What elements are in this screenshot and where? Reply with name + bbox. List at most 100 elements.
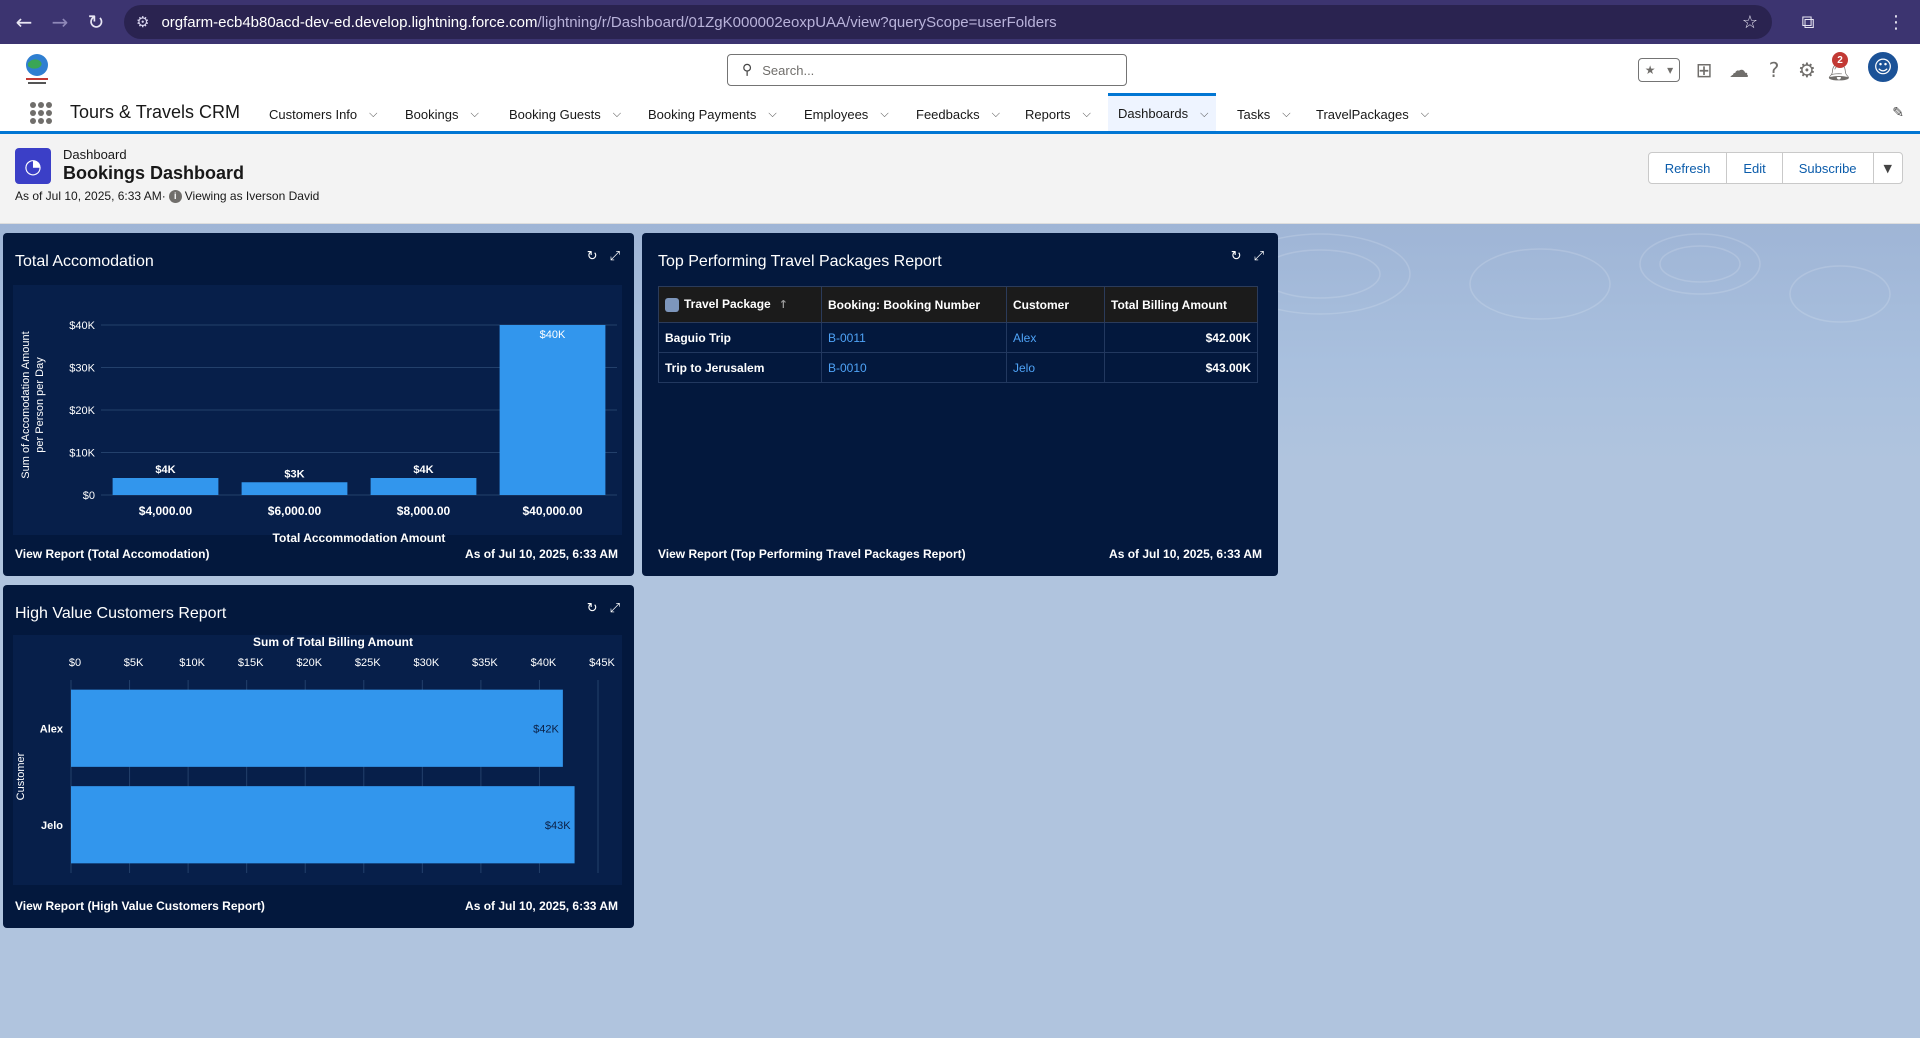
page-title: Bookings Dashboard <box>63 163 245 183</box>
help-icon[interactable]: ? <box>1760 56 1788 84</box>
nav-item-bookings[interactable]: Bookings ⌵ <box>395 96 487 132</box>
bookmark-star-icon[interactable]: ☆ <box>1742 12 1758 33</box>
setup-gear-icon[interactable]: ⚙ <box>1793 56 1821 84</box>
data-label: $42K <box>533 723 559 735</box>
x-tick-label: $40,000.00 <box>522 504 582 518</box>
bar <box>241 482 348 495</box>
chevron-down-icon[interactable]: ⌵ <box>369 107 377 121</box>
chevron-down-icon[interactable]: ⌵ <box>768 107 776 121</box>
chevron-down-icon[interactable]: ⌵ <box>470 107 478 121</box>
widget-timestamp: As of Jul 10, 2025, 6:33 AM <box>1109 547 1262 561</box>
view-report-link[interactable]: View Report (High Value Customers Report… <box>15 899 265 913</box>
chevron-down-icon: ▾ <box>1667 63 1674 77</box>
y-tick-label: Alex <box>40 723 64 735</box>
cell-customer-link[interactable]: Jelo <box>1006 352 1105 383</box>
expand-icon[interactable]: ⤢ <box>610 601 620 616</box>
widget-tools: ↻ ⤢ <box>1231 249 1264 264</box>
widget-top-performing-packages: Top Performing Travel Packages Report ↻ … <box>642 233 1278 576</box>
accomodation-bar-chart: $0 $10K $20K $30K $40K $4K $4,000.00 $3K $6,000.… <box>13 285 622 545</box>
subscribe-button[interactable]: Subscribe <box>1781 152 1874 184</box>
x-tick-label: $8,000.00 <box>397 504 451 518</box>
more-actions-chevron-icon[interactable]: ▼ <box>1872 152 1903 184</box>
dashboard-actions: Refresh Edit Subscribe ▼ <box>1647 152 1903 184</box>
search-icon: ⚲ <box>742 62 753 78</box>
column-header-travel-package[interactable]: Travel Package ↑ <box>658 286 822 323</box>
extensions-icon[interactable]: ⧉ <box>1790 4 1826 40</box>
browser-menu-icon[interactable]: ⋮ <box>1878 4 1914 40</box>
edit-nav-pencil-icon[interactable]: ✎ <box>1892 105 1904 121</box>
cell-booking-link[interactable]: B-0011 <box>821 322 1007 353</box>
table-header-row: Travel Package ↑ Booking: Booking Number … <box>658 286 1258 323</box>
widget-title: Top Performing Travel Packages Report <box>658 253 942 270</box>
column-header-customer[interactable]: Customer <box>1006 286 1105 323</box>
view-report-link[interactable]: View Report (Total Accomodation) <box>15 547 209 561</box>
chevron-down-icon[interactable]: ⌵ <box>992 107 1000 121</box>
chevron-down-icon[interactable]: ⌵ <box>1421 107 1429 121</box>
global-search-input[interactable]: ⚲ Search... <box>727 54 1127 86</box>
refresh-icon[interactable]: ↻ <box>587 249 598 264</box>
y-tick-label: $10K <box>69 448 95 460</box>
column-header-total-billing[interactable]: Total Billing Amount <box>1104 286 1258 323</box>
data-label: $3K <box>284 468 304 480</box>
expand-icon[interactable]: ⤢ <box>610 249 620 264</box>
x-tick-label: $4,000.00 <box>139 504 193 518</box>
refresh-icon[interactable]: ↻ <box>1231 249 1242 264</box>
favorites-button[interactable]: ★ ▾ <box>1638 58 1680 82</box>
back-icon[interactable]: ← <box>6 4 42 40</box>
cell-customer-link[interactable]: Alex <box>1006 322 1105 353</box>
app-nav-bar: Tours & Travels CRM Customers Info ⌵ Book… <box>0 93 1920 134</box>
refresh-button[interactable]: Refresh <box>1647 152 1728 184</box>
x-tick-label: $5K <box>124 657 144 669</box>
edit-button[interactable]: Edit <box>1726 152 1783 184</box>
nav-item-customers-info[interactable]: Customers Info ⌵ <box>259 96 386 132</box>
nav-item-travelpackages[interactable]: TravelPackages ⌵ <box>1306 96 1437 132</box>
as-of-text: As of Jul 10, 2025, 6:33 AM· <box>15 189 166 203</box>
chevron-down-icon[interactable]: ⌵ <box>1282 107 1290 121</box>
search-placeholder: Search... <box>762 62 815 78</box>
user-avatar[interactable]: ☺ <box>1866 50 1900 84</box>
column-header-booking-number[interactable]: Booking: Booking Number <box>821 286 1007 323</box>
refresh-icon[interactable]: ↻ <box>587 601 598 616</box>
address-bar[interactable]: ⚙ orgfarm-ecb4b80acd-dev-ed.develop.ligh… <box>124 5 1772 39</box>
info-icon[interactable]: i <box>168 189 182 203</box>
data-label: $4K <box>413 464 433 476</box>
chevron-down-icon[interactable]: ⌵ <box>1083 107 1091 121</box>
trailhead-icon[interactable]: ☁ <box>1725 56 1753 84</box>
object-type-label: Dashboard <box>63 147 127 162</box>
x-tick-label: $35K <box>472 657 498 669</box>
view-report-link[interactable]: View Report (Top Performing Travel Packa… <box>658 547 966 561</box>
notification-badge: 2 <box>1832 52 1848 68</box>
global-actions-icon[interactable]: ⊞ <box>1690 56 1718 84</box>
forward-icon[interactable]: → <box>42 4 78 40</box>
table-row: Baguio Trip B-0011 Alex $42.00K <box>658 322 1258 353</box>
viewing-as-text: Viewing as Iverson David <box>184 189 320 203</box>
bar <box>370 478 477 495</box>
app-launcher-icon[interactable] <box>30 102 52 124</box>
travel-package-icon <box>665 297 679 312</box>
nav-item-employees[interactable]: Employees ⌵ <box>794 96 897 132</box>
chevron-down-icon[interactable]: ⌵ <box>613 107 621 121</box>
nav-item-booking-guests[interactable]: Booking Guests ⌵ <box>499 96 629 132</box>
reload-icon[interactable]: ↻ <box>78 4 114 40</box>
data-label: $4K <box>155 464 175 476</box>
site-settings-icon[interactable]: ⚙ <box>136 13 149 31</box>
nav-item-feedbacks[interactable]: Feedbacks ⌵ <box>906 96 1008 132</box>
nav-item-booking-payments[interactable]: Booking Payments ⌵ <box>638 96 785 132</box>
x-tick-label: $20K <box>296 657 322 669</box>
url-host: orgfarm-ecb4b80acd-dev-ed.develop.lightn… <box>161 13 538 31</box>
nav-item-reports[interactable]: Reports ⌵ <box>1015 96 1099 132</box>
y-tick-label: $40K <box>69 320 95 332</box>
cell-booking-link[interactable]: B-0010 <box>821 352 1007 383</box>
y-tick-label: $30K <box>69 363 95 375</box>
chevron-down-icon[interactable]: ⌵ <box>1200 107 1208 121</box>
nav-item-dashboards[interactable]: Dashboards ⌵ <box>1108 93 1217 131</box>
expand-icon[interactable]: ⤢ <box>1254 249 1264 264</box>
org-logo[interactable] <box>22 52 52 86</box>
chevron-down-icon[interactable]: ⌵ <box>880 107 888 121</box>
x-tick-label: $15K <box>238 657 264 669</box>
widget-tools: ↻ ⤢ <box>587 249 620 264</box>
nav-item-tasks[interactable]: Tasks ⌵ <box>1227 96 1299 132</box>
table-row: Trip to Jerusalem B-0010 Jelo $43.00K <box>658 352 1258 383</box>
sort-ascending-icon[interactable]: ↑ <box>779 298 788 311</box>
x-tick-label: $40K <box>531 657 557 669</box>
